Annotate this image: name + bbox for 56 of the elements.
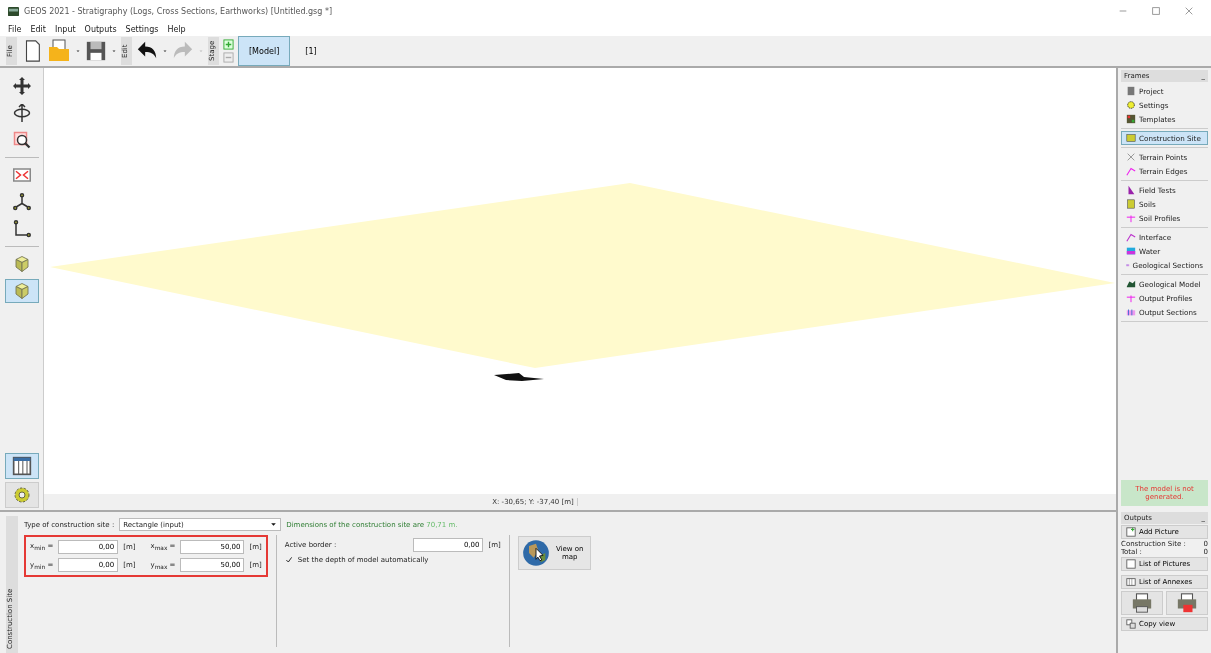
line-icon xyxy=(1126,166,1136,176)
stage-tab[interactable]: [1] xyxy=(294,36,328,66)
add-picture-icon xyxy=(1126,527,1136,537)
add-stage-icon xyxy=(223,39,234,50)
menu-item[interactable]: Input xyxy=(54,24,76,34)
table-button[interactable] xyxy=(4,453,39,479)
grid-icon xyxy=(1126,114,1136,124)
maximize-icon xyxy=(1151,6,1161,16)
copy-view-icon xyxy=(1126,619,1136,629)
square-icon xyxy=(1126,199,1136,209)
menu-item[interactable]: Outputs xyxy=(84,24,117,34)
dropdown-caret-icon xyxy=(75,48,81,54)
table-icon xyxy=(11,456,32,476)
axes-icon xyxy=(12,193,31,211)
cube-icon xyxy=(12,282,31,300)
open-folder-icon xyxy=(47,39,71,63)
close-icon xyxy=(1184,6,1194,16)
remove-stage-icon xyxy=(223,52,234,63)
dropdown-caret-icon xyxy=(162,48,168,54)
export-print-button[interactable] xyxy=(1166,591,1208,615)
cube-icon xyxy=(12,255,31,273)
menu-item[interactable]: Help xyxy=(167,24,186,34)
app-icon xyxy=(8,5,19,17)
checkbox[interactable] xyxy=(284,556,293,564)
gear-icon xyxy=(11,485,32,505)
table-icon xyxy=(1126,577,1136,587)
gear-icon xyxy=(1126,100,1136,110)
profile-icon xyxy=(1126,213,1136,223)
cross-icon xyxy=(1126,152,1136,162)
zoom-extents-icon xyxy=(10,166,33,184)
site-icon xyxy=(1126,133,1136,143)
printer-icon xyxy=(1176,592,1198,614)
globe-icon xyxy=(521,539,550,567)
rotate-icon xyxy=(12,104,31,122)
zoom-icon xyxy=(12,131,31,149)
line-icon xyxy=(1126,232,1136,242)
profile-icon xyxy=(1126,293,1136,303)
save-icon xyxy=(85,40,107,62)
window-title: GEOS 2021 - Stratigraphy (Logs, Cross Sections, Earthworks) [Untitled.gsg *] xyxy=(24,6,334,16)
dropdown-caret-icon xyxy=(111,48,117,54)
checkmark-icon xyxy=(284,556,293,564)
dropdown-caret-icon xyxy=(198,48,204,54)
picture-list-icon xyxy=(1126,559,1136,569)
move-arrows-icon xyxy=(12,77,31,95)
menu-item[interactable]: Settings xyxy=(125,24,159,34)
menu-item[interactable]: File xyxy=(8,24,22,34)
printer-icon xyxy=(1131,592,1153,614)
print-button[interactable] xyxy=(1121,591,1163,615)
document-icon xyxy=(1126,86,1136,96)
water-icon xyxy=(1126,246,1136,256)
menu-item[interactable]: Edit xyxy=(30,24,46,34)
flag-icon xyxy=(1126,185,1136,195)
dropdown-caret-icon xyxy=(270,521,278,528)
stage-tab[interactable]: [Model] xyxy=(238,36,291,66)
axes-2d-icon xyxy=(12,220,31,238)
model-icon xyxy=(1126,279,1136,289)
